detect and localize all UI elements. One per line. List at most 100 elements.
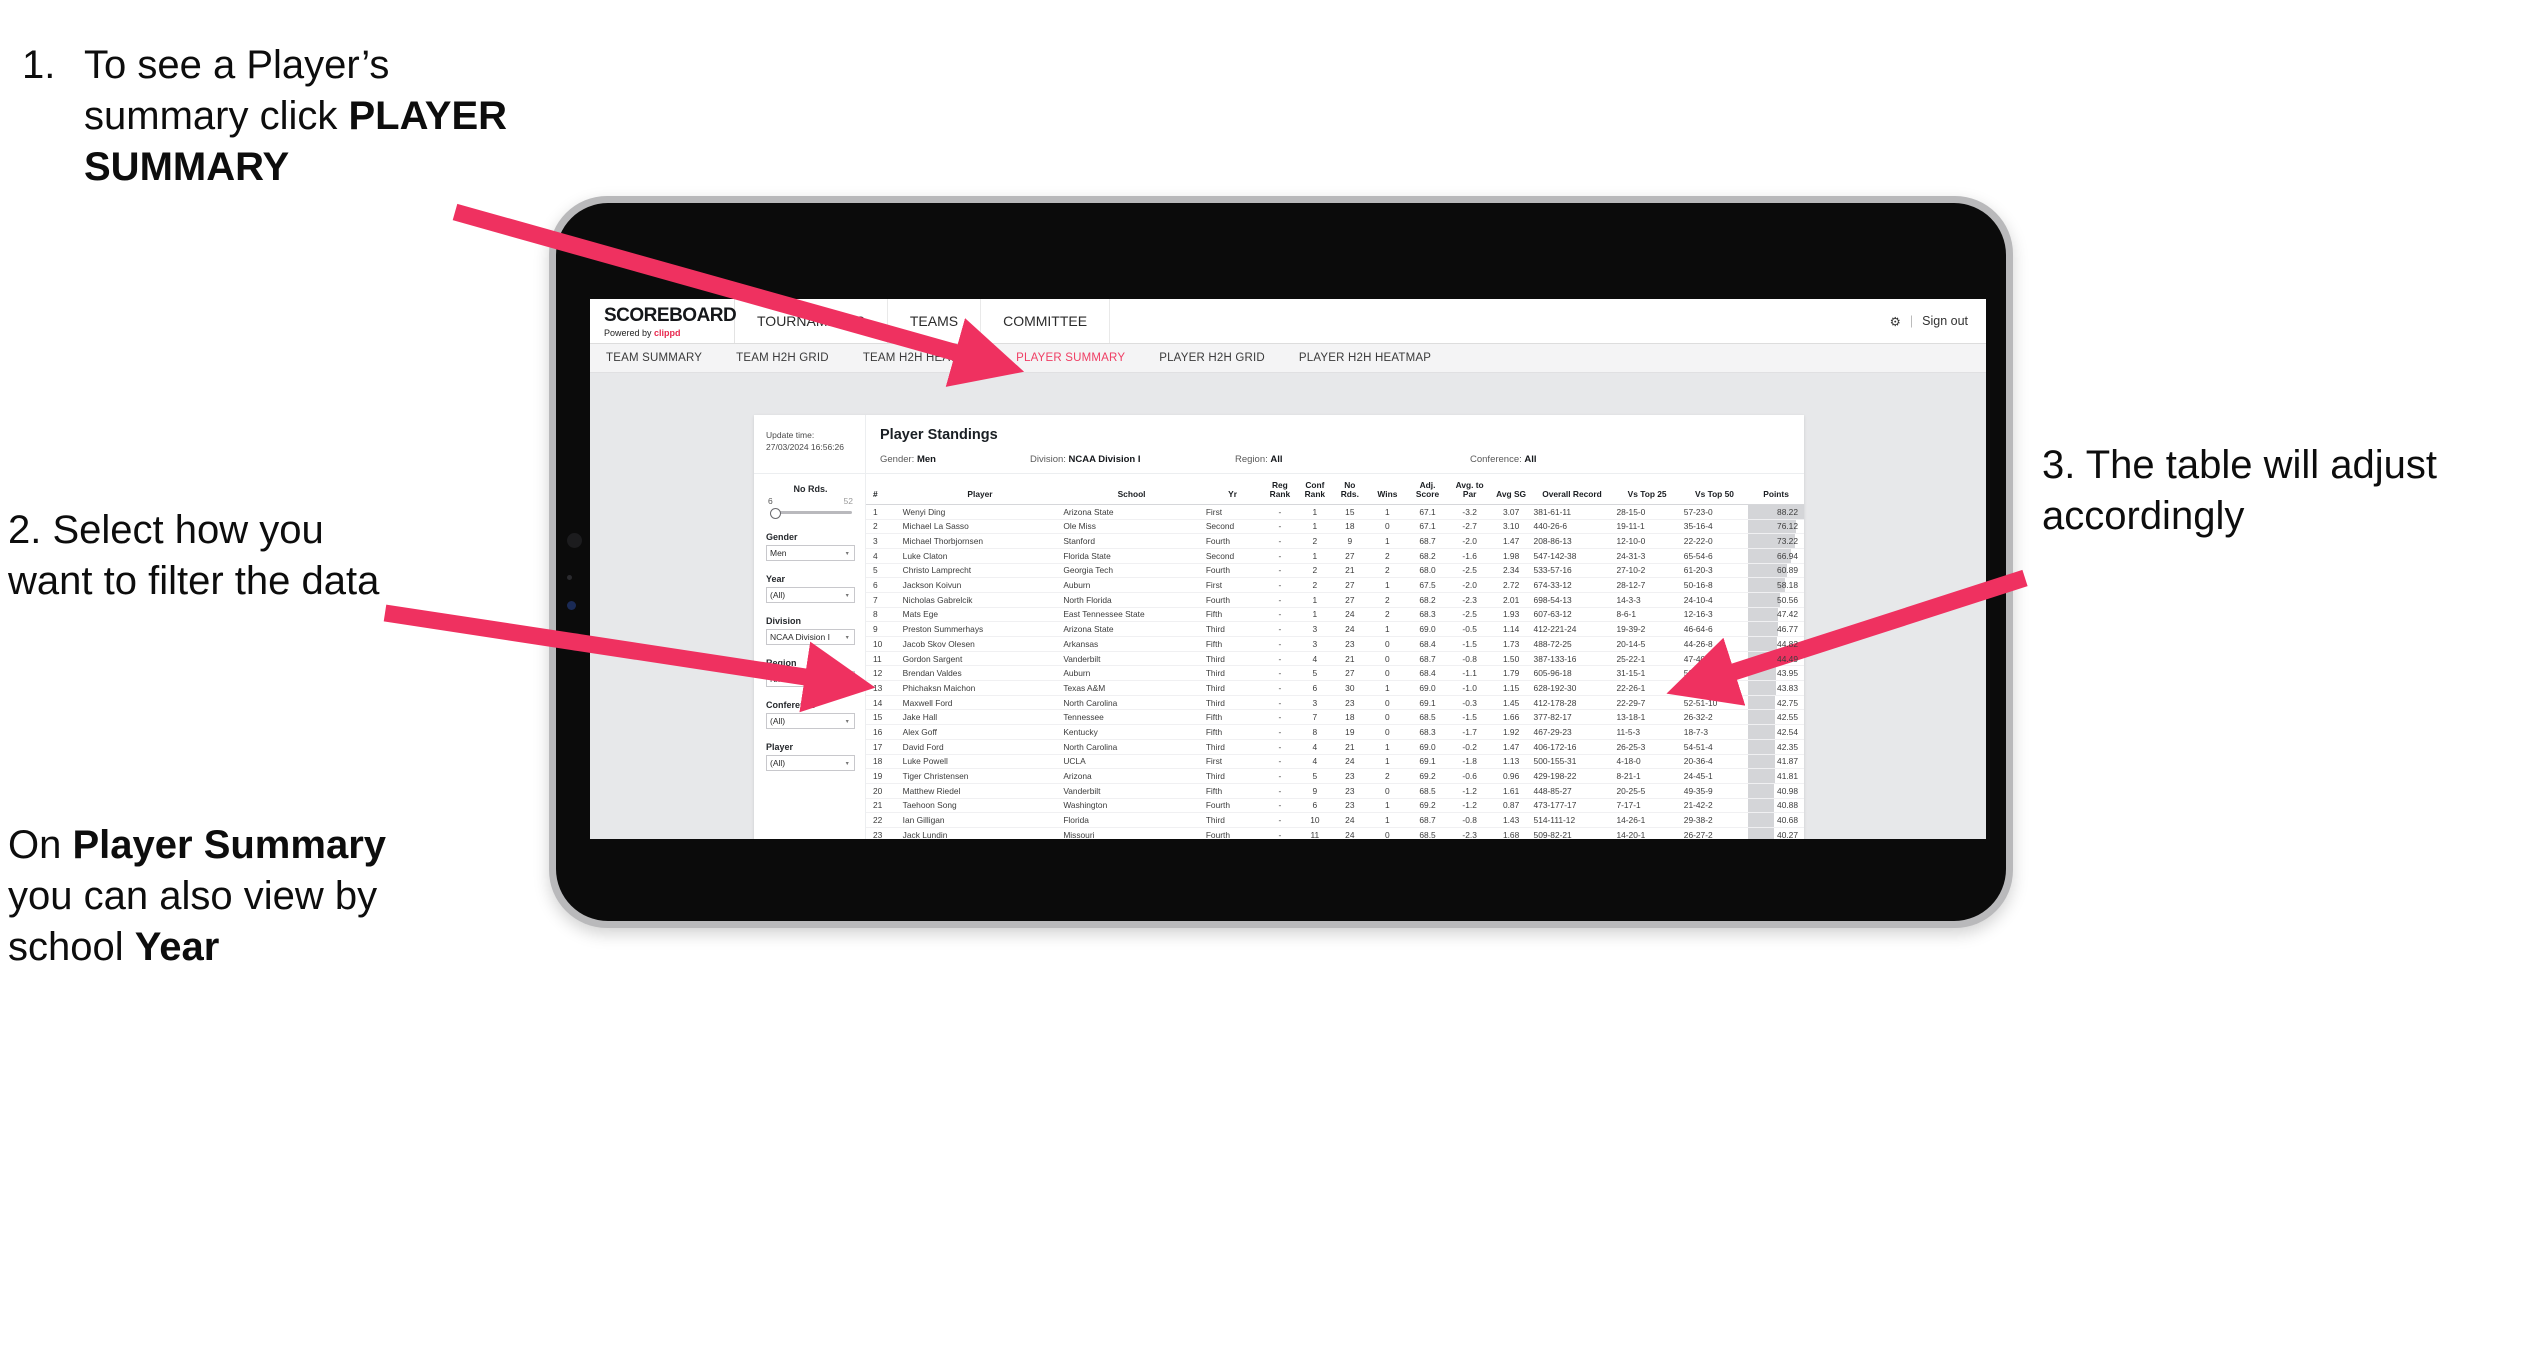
chevron-down-icon: ▼ bbox=[844, 633, 850, 641]
col-school[interactable]: School bbox=[1060, 480, 1203, 505]
points-value: 41.81 bbox=[1777, 771, 1798, 782]
col-conf-rank[interactable]: Conf Rank bbox=[1297, 480, 1333, 505]
tablet-device-mockup: SCOREBOARD Powered by clippd TOURNAMENTS… bbox=[549, 196, 2013, 928]
table-row[interactable]: 11 Gordon Sargent Vanderbilt Third -4 21 0 68.7… bbox=[866, 651, 1804, 667]
filter-player-select[interactable]: (All) ▼ bbox=[766, 755, 855, 771]
tab-team-summary[interactable]: TEAM SUMMARY bbox=[606, 352, 702, 364]
col-no-rds[interactable]: No Rds. bbox=[1332, 480, 1368, 505]
table-row[interactable]: 23 Jack Lundin Missouri Fourth -11 24 0 68.5 -2.… bbox=[866, 827, 1804, 839]
slider-min-value: 6 bbox=[768, 496, 773, 506]
table-row[interactable]: 13 Phichaksn Maichon Texas A&M Third -6 30 1 69… bbox=[866, 680, 1804, 696]
filter-division: Division NCAA Division I ▼ bbox=[766, 616, 855, 645]
slider-handle[interactable] bbox=[770, 508, 781, 519]
filter-division-select[interactable]: NCAA Division I ▼ bbox=[766, 629, 855, 645]
tab-team-h2h-grid[interactable]: TEAM H2H GRID bbox=[736, 352, 829, 364]
summary-filter-region: Region: All bbox=[1235, 454, 1470, 465]
account-icon[interactable]: ⚙ bbox=[1890, 314, 1901, 329]
table-row[interactable]: 21 Taehoon Song Washington Fourth -6 23 1 69.2-… bbox=[866, 798, 1804, 814]
col-points[interactable]: Points bbox=[1748, 480, 1804, 505]
camera-icon bbox=[567, 533, 582, 548]
points-value: 44.49 bbox=[1777, 653, 1798, 664]
table-row[interactable]: 19 Tiger Christensen Arizona Third -5 23 2 69.2… bbox=[866, 768, 1804, 784]
filter-gender-select[interactable]: Men ▼ bbox=[766, 545, 855, 561]
cell-vs-top-50: 46-64-6 bbox=[1680, 621, 1749, 637]
col-vs-top-50[interactable]: Vs Top 50 bbox=[1680, 480, 1749, 505]
points-value: 73.22 bbox=[1777, 536, 1798, 547]
table-row[interactable]: 6 Jackson Koivun Auburn First -2 27 1 67.5 -2.0 2… bbox=[866, 577, 1804, 593]
col-wins[interactable]: Wins bbox=[1367, 480, 1408, 505]
tab-player-summary[interactable]: PLAYER SUMMARY bbox=[1016, 352, 1125, 364]
table-row[interactable]: 16 Alex Goff Kentucky Fifth -8 19 0 68.3 -1.7 1.9… bbox=[866, 724, 1804, 740]
col-avg-sg[interactable]: Avg SG bbox=[1491, 480, 1531, 505]
points-bar bbox=[1748, 725, 1776, 739]
col-overall-record[interactable]: Overall Record bbox=[1530, 480, 1614, 505]
points-value: 40.98 bbox=[1777, 785, 1798, 796]
filter-conference-value: (All) bbox=[770, 716, 786, 726]
table-row[interactable]: 17 David Ford North Carolina Third -4 21 1 69.0… bbox=[866, 739, 1804, 755]
table-row[interactable]: 18 Luke Powell UCLA First -4 24 1 69.1 -1.8 1.13 5… bbox=[866, 754, 1804, 770]
slider-range-labels: 6 52 bbox=[766, 496, 855, 506]
nav-item-teams[interactable]: TEAMS bbox=[888, 299, 982, 343]
points-value: 42.55 bbox=[1777, 712, 1798, 723]
cell-no-rds: 30 bbox=[1332, 680, 1368, 696]
tab-team-h2h-heatmap[interactable]: TEAM H2H HEATMAP bbox=[863, 352, 982, 364]
col-rank[interactable]: # bbox=[866, 480, 900, 505]
table-row[interactable]: 9 Preston Summerhays Arizona State Third -3 2… bbox=[866, 621, 1804, 637]
cell-overall-record: 208-86-13 bbox=[1530, 533, 1614, 549]
filter-region-select[interactable]: N/A ▼ bbox=[766, 671, 855, 687]
cell-avg-sg: 1.79 bbox=[1491, 665, 1531, 682]
points-value: 44.82 bbox=[1777, 638, 1798, 649]
col-reg-rank[interactable]: Reg Rank bbox=[1262, 480, 1298, 505]
col-avg-to-par[interactable]: Avg. to Par bbox=[1447, 480, 1492, 505]
cell-rank: 2 bbox=[866, 519, 900, 535]
table-row[interactable]: 15 Jake Hall Tennessee Fifth -7 18 0 68.5 -1.5 1.… bbox=[866, 709, 1804, 726]
table-row[interactable]: 14 Maxwell Ford North Carolina Third -3 23 0 69… bbox=[866, 695, 1804, 711]
table-row[interactable]: 8 Mats Ege East Tennessee State Fifth -1 24 2 6… bbox=[866, 607, 1804, 623]
table-row[interactable]: 10 Jacob Skov Olesen Arkansas Fifth -3 23 0 68.… bbox=[866, 636, 1804, 652]
points-value: 47.42 bbox=[1777, 609, 1798, 620]
table-row[interactable]: 20 Matthew Riedel Vanderbilt Fifth -9 23 0 68.5… bbox=[866, 783, 1804, 799]
table-row[interactable]: 3 Michael Thorbjornsen Stanford Fourth -2 9 1 6… bbox=[866, 533, 1804, 549]
cell-yr: First bbox=[1202, 754, 1263, 770]
cell-wins: 1 bbox=[1367, 798, 1408, 814]
cell-school: Stanford bbox=[1060, 533, 1203, 549]
col-vs-top-25[interactable]: Vs Top 25 bbox=[1613, 480, 1681, 505]
tab-player-h2h-grid[interactable]: PLAYER H2H GRID bbox=[1159, 352, 1265, 364]
filter-conference-select[interactable]: (All) ▼ bbox=[766, 713, 855, 729]
col-yr[interactable]: Yr bbox=[1202, 480, 1263, 505]
tab-player-h2h-heatmap[interactable]: PLAYER H2H HEATMAP bbox=[1299, 352, 1431, 364]
cell-reg-rank: - bbox=[1262, 563, 1298, 579]
no-rounds-slider[interactable] bbox=[766, 507, 855, 519]
table-row[interactable]: 1 Wenyi Ding Arizona State First -1 15 1 67.1 -3… bbox=[866, 504, 1804, 520]
cell-avg-sg: 3.07 bbox=[1491, 504, 1531, 520]
cell-yr: Second bbox=[1202, 519, 1263, 535]
table-row[interactable]: 12 Brendan Valdes Auburn Third -5 27 0 68.4 -1.1… bbox=[866, 665, 1804, 682]
table-row[interactable]: 22 Ian Gilligan Florida Third -10 24 1 68.7 -0.8… bbox=[866, 812, 1804, 828]
cell-conf-rank: 1 bbox=[1297, 504, 1333, 520]
summary-region-value: All bbox=[1270, 454, 1283, 465]
summary-conference-label: Conference: bbox=[1470, 454, 1525, 465]
cell-vs-top-25: 22-26-1 bbox=[1613, 680, 1681, 696]
col-adj-score[interactable]: Adj. Score bbox=[1407, 480, 1448, 505]
points-value: 41.87 bbox=[1777, 756, 1798, 767]
nav-item-tournaments[interactable]: TOURNAMENTS bbox=[735, 299, 888, 343]
annotation-2b-bold-2: Year bbox=[134, 925, 220, 970]
cell-overall-record: 406-172-16 bbox=[1530, 739, 1614, 755]
cell-avg-to-par: -1.5 bbox=[1447, 709, 1492, 726]
sign-out-link[interactable]: Sign out bbox=[1922, 314, 1968, 328]
points-bar bbox=[1748, 783, 1775, 798]
points-bar bbox=[1748, 813, 1774, 827]
cell-points: 42.54 bbox=[1748, 724, 1804, 740]
nav-item-committee[interactable]: COMMITTEE bbox=[981, 299, 1111, 343]
filter-year-select[interactable]: (All) ▼ bbox=[766, 587, 855, 603]
table-row[interactable]: 2 Michael La Sasso Ole Miss Second -1 18 0 67.1… bbox=[866, 519, 1804, 535]
table-row[interactable]: 7 Nicholas Gabrelcik North Florida Fourth -1… bbox=[866, 592, 1804, 608]
cell-wins: 0 bbox=[1367, 636, 1408, 652]
cell-avg-to-par: -0.8 bbox=[1447, 812, 1492, 828]
table-row[interactable]: 4 Luke Claton Florida State Second -1 27 2 68.2… bbox=[866, 548, 1804, 564]
table-row[interactable]: 5 Christo Lamprecht Georgia Tech Fourth -2 21… bbox=[866, 563, 1804, 579]
scoreboard-logo[interactable]: SCOREBOARD Powered by clippd bbox=[590, 299, 737, 343]
cell-conf-rank: 4 bbox=[1297, 651, 1333, 667]
col-player[interactable]: Player bbox=[899, 480, 1061, 505]
cell-no-rds: 19 bbox=[1332, 724, 1368, 740]
